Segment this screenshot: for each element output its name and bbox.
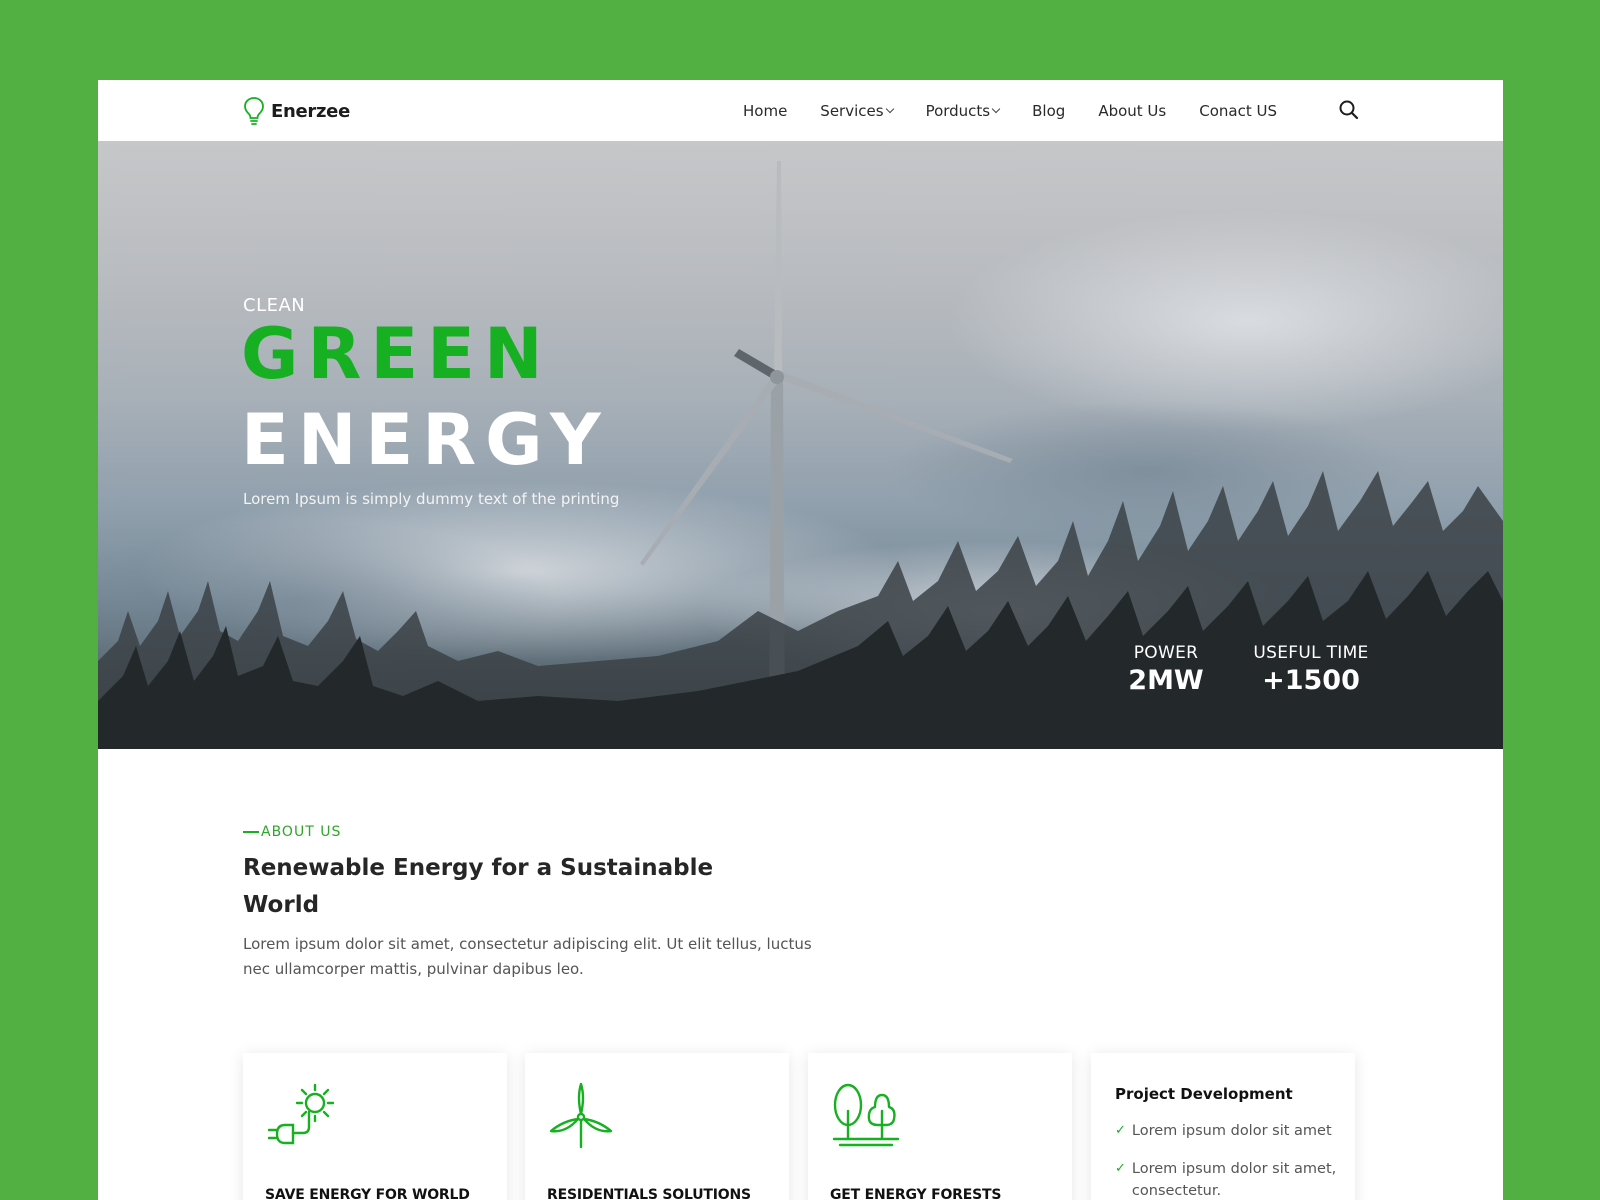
tag-line [243, 831, 259, 833]
list-item: ✓ Lorem ipsum dolor sit amet, consectetu… [1115, 1158, 1345, 1200]
stat-useful-time: USEFUL TIME +1500 [1236, 643, 1386, 696]
chevron-down-icon [885, 104, 894, 114]
nav-item-products[interactable]: Porducts [925, 101, 1001, 120]
lightbulb-icon [244, 97, 264, 125]
service-card-residential[interactable]: RESIDENTIALS SOLUTIONS [525, 1053, 789, 1200]
stat-power: POWER 2MW [1116, 643, 1216, 696]
nav-label: Porducts [925, 101, 991, 120]
stat-label: POWER [1133, 643, 1199, 663]
nav-item-services[interactable]: Services [820, 101, 894, 120]
card-title: SAVE ENERGY FOR WORLD [265, 1187, 470, 1200]
hero-title-green: GREEN [241, 313, 552, 395]
nav-label: Services [820, 101, 884, 120]
search-icon[interactable] [1338, 99, 1360, 121]
list-item-text: Lorem ipsum dolor sit amet [1131, 1123, 1332, 1139]
solar-plug-icon [267, 1083, 335, 1145]
nav-label: Blog [1032, 101, 1066, 120]
nav-label: Conact US [1199, 101, 1277, 120]
nav-label: Home [743, 101, 788, 120]
check-icon: ✓ [1115, 1161, 1126, 1176]
chevron-down-icon [991, 104, 1001, 114]
nav-item-about[interactable]: About Us [1098, 102, 1166, 120]
trees-icon [832, 1083, 900, 1147]
list-item-text: Lorem ipsum dolor sit amet, consectetur. [1131, 1161, 1337, 1199]
list-item: ✓ Lorem ipsum dolor sit amet [1115, 1120, 1345, 1142]
nav-item-blog[interactable]: Blog [1032, 102, 1065, 120]
wind-turbine-icon [549, 1082, 613, 1149]
hero-banner: CLEAN GREEN ENERGY Lorem Ipsum is simply… [98, 141, 1503, 749]
hero-description: Lorem Ipsum is simply dummy text of the … [243, 490, 620, 508]
stat-value: 2MW [1128, 665, 1204, 696]
nav-item-home[interactable]: Home [743, 102, 787, 120]
page-frame: Enerzee Home Services Porducts Blog Abou… [98, 80, 1503, 1200]
logo[interactable]: Enerzee [243, 96, 350, 126]
card-title: RESIDENTIALS SOLUTIONS [547, 1187, 751, 1200]
service-card-save-energy[interactable]: SAVE ENERGY FOR WORLD [243, 1053, 507, 1200]
card-title: GET ENERGY FORESTS [830, 1187, 1002, 1200]
nav-label: About Us [1098, 101, 1167, 120]
service-card-forests[interactable]: GET ENERGY FORESTS [808, 1053, 1072, 1200]
card-title: Project Development [1115, 1085, 1293, 1103]
project-development-card[interactable]: Project Development ✓ Lorem ipsum dolor … [1091, 1053, 1355, 1200]
hero-title-white: ENERGY [241, 399, 610, 481]
nav-item-contact[interactable]: Conact US [1199, 102, 1277, 120]
top-navbar: Enerzee Home Services Porducts Blog Abou… [98, 80, 1503, 141]
about-title: Renewable Energy for a Sustainable World [243, 855, 714, 918]
about-description: Lorem ipsum dolor sit amet, consectetur … [243, 935, 812, 978]
brand-name: Enerzee [271, 100, 350, 122]
about-tag-label: ABOUT US [261, 824, 342, 840]
main-menu: Home Services Porducts Blog About Us Con… [743, 80, 1310, 141]
about-tag: ABOUT US [243, 824, 341, 840]
check-icon: ✓ [1115, 1123, 1126, 1138]
stat-label: USEFUL TIME [1253, 643, 1369, 663]
stat-value: +1500 [1262, 665, 1360, 696]
